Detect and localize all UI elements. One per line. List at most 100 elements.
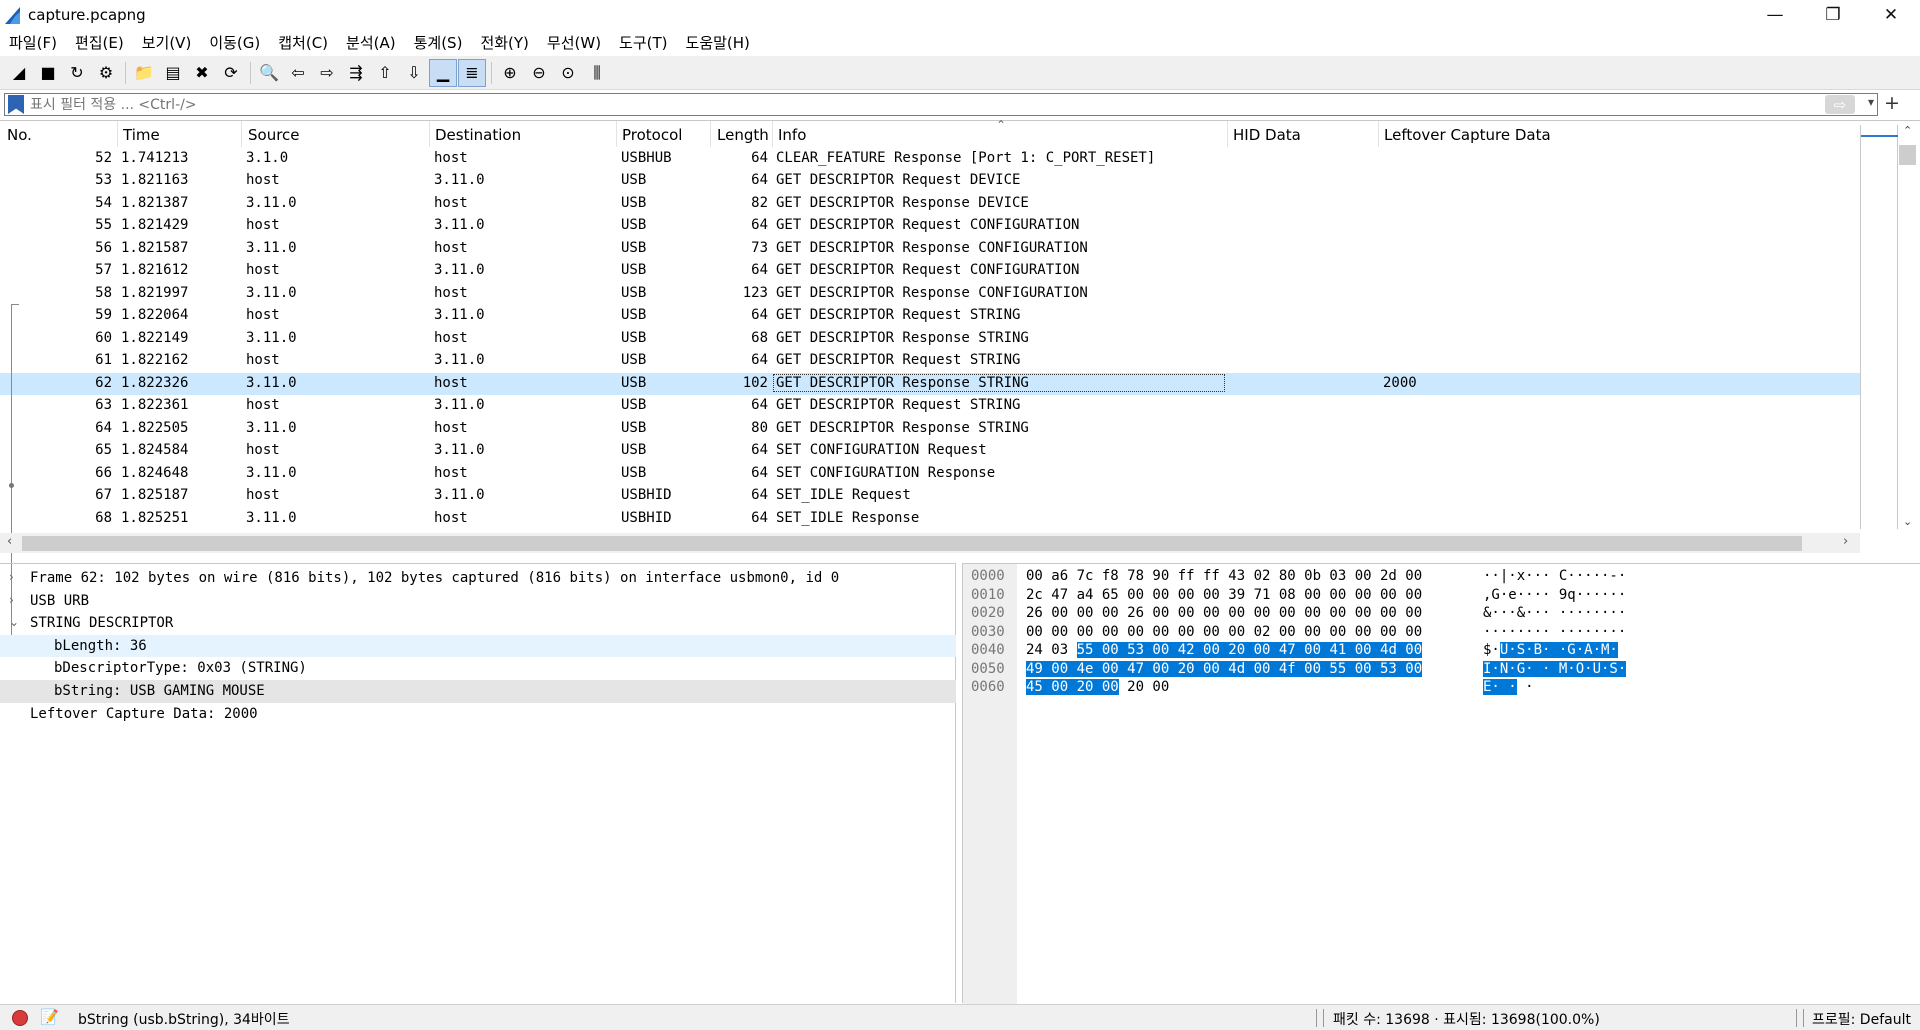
column-header-hid-data[interactable]: HID Data [1233,126,1301,144]
packet-row[interactable]: 59 1.822064 host 3.11.0 USB 64 GET DESCRIPTOR … [0,305,1860,328]
hex-bytes[interactable]: 45 00 20 00 20 00 [1026,679,1169,695]
column-header-time[interactable]: Time [123,126,160,144]
autoscroll-icon[interactable]: ▁ [429,58,457,87]
menu-item-1[interactable]: 편집(E) [66,32,133,53]
close-file-icon[interactable]: ✖ [188,59,216,87]
scroll-up-icon[interactable]: ⌃ [1903,124,1912,137]
ascii-bytes[interactable]: ,G·e···· 9q······ [1483,587,1626,603]
hex-bytes[interactable]: 26 00 00 00 26 00 00 00 00 00 00 00 00 0… [1026,605,1422,621]
packet-list-vertical-scrollbar[interactable]: ⌃ ⌄ [1860,121,1920,533]
packet-row[interactable]: 54 1.821387 3.11.0 host USB 82 GET DESCRIPTOR … [0,193,1860,216]
packet-row[interactable]: 67 1.825187 host 3.11.0 USBHID 64 SET_IDLE Req… [0,485,1860,508]
forward-icon[interactable]: ⇨ [313,59,341,87]
hex-bytes[interactable]: 49 00 4e 00 47 00 20 00 4d 00 4f 00 55 0… [1026,660,1423,677]
detail-tree-item[interactable]: bString: USB GAMING MOUSE [0,680,956,703]
minimize-button[interactable]: — [1746,0,1804,30]
packet-row[interactable]: 53 1.821163 host 3.11.0 USB 64 GET DESCRIPTOR … [0,170,1860,193]
save-icon[interactable]: ▤ [159,59,187,87]
menu-item-4[interactable]: 캡처(C) [269,32,337,53]
menu-item-8[interactable]: 무선(W) [538,32,610,53]
detail-tree-item[interactable]: bDescriptorType: 0x03 (STRING) [0,657,956,680]
menu-item-5[interactable]: 분석(A) [337,32,405,53]
stop-icon[interactable]: ■ [34,59,62,87]
colorize-icon[interactable]: ≣ [458,58,486,87]
collapsed-arrow-icon[interactable]: › [9,570,14,584]
hex-bytes[interactable]: 00 00 00 00 00 00 00 00 00 02 00 00 00 0… [1026,624,1422,640]
menu-item-2[interactable]: 보기(V) [133,32,201,53]
close-button[interactable]: ✕ [1862,0,1920,30]
back-icon[interactable]: ⇦ [284,59,312,87]
filter-dropdown-icon[interactable]: ▾ [1868,95,1874,109]
last-packet-icon[interactable]: ⇩ [400,59,428,87]
scroll-left-icon[interactable]: ‹ [7,534,12,549]
packet-row[interactable]: 58 1.821997 3.11.0 host USB 123 GET DESCRIPTOR… [0,283,1860,306]
expert-info-icon[interactable] [12,1010,28,1026]
packet-row[interactable]: 52 1.741213 3.1.0 host USBHUB 64 CLEAR_FEATURE… [0,148,1860,171]
menu-item-6[interactable]: 통계(S) [405,32,472,53]
column-header-length[interactable]: Length [717,126,769,144]
ascii-bytes[interactable]: ··|·x··· C·····-· [1483,568,1626,584]
expanded-arrow-icon[interactable]: ⌄ [9,615,19,629]
collapsed-arrow-icon[interactable]: › [9,593,14,607]
packet-row[interactable]: 57 1.821612 host 3.11.0 USB 64 GET DESCRIPTOR … [0,260,1860,283]
packet-row[interactable]: 64 1.822505 3.11.0 host USB 80 GET DESCRIPTOR … [0,418,1860,441]
find-icon[interactable]: 🔍 [255,59,283,87]
shark-start-icon[interactable]: ◢ [5,59,33,87]
column-header-info[interactable]: Info [778,126,806,144]
restart-icon[interactable]: ↻ [63,59,91,87]
filter-bookmark-icon[interactable] [8,95,24,114]
packet-row[interactable]: 65 1.824584 host 3.11.0 USB 64 SET CONFIGURATI… [0,440,1860,463]
resize-columns-icon[interactable]: ⫼ [583,59,611,87]
add-filter-button-icon[interactable]: + [1884,92,1900,114]
ascii-bytes[interactable]: E· · · [1483,679,1534,695]
column-header-no[interactable]: No. [7,126,32,144]
vertical-scroll-thumb[interactable] [1899,145,1916,165]
detail-tree-item[interactable]: bLength: 36 [0,634,956,658]
hex-bytes[interactable]: 2c 47 a4 65 00 00 00 00 39 71 08 00 00 0… [1026,587,1422,603]
menu-item-3[interactable]: 이동(G) [200,32,269,53]
display-filter-input[interactable] [30,96,1830,113]
go-to-packet-icon[interactable]: ⇶ [342,59,370,87]
packet-row[interactable]: 56 1.821587 3.11.0 host USB 73 GET DESCRIPTOR … [0,238,1860,261]
hex-bytes[interactable]: 24 03 55 00 53 00 42 00 20 00 47 00 41 0… [1026,642,1423,658]
column-header-source[interactable]: Source [248,126,300,144]
menu-item-10[interactable]: 도움말(H) [677,32,759,53]
scroll-right-icon[interactable]: › [1843,534,1848,549]
column-header-destination[interactable]: Destination [435,126,521,144]
horizontal-scroll-thumb[interactable] [22,536,1802,551]
zoom-in-icon[interactable]: ⊕ [496,59,524,87]
packet-row[interactable]: 61 1.822162 host 3.11.0 USB 64 GET DESCRIPTOR … [0,350,1860,373]
packet-row[interactable]: 68 1.825251 3.11.0 host USBHID 64 SET_IDLE Res… [0,508,1860,531]
menu-item-0[interactable]: 파일(F) [0,32,66,53]
zoom-normal-icon[interactable]: ⊙ [554,59,582,87]
packet-row[interactable]: 55 1.821429 host 3.11.0 USB 64 GET DESCRIPTOR … [0,215,1860,238]
first-packet-icon[interactable]: ⇧ [371,59,399,87]
column-header-leftover-capture-data[interactable]: Leftover Capture Data [1384,126,1551,144]
hex-bytes[interactable]: 00 a6 7c f8 78 90 ff ff 43 02 80 0b 03 0… [1026,568,1422,584]
packet-row[interactable]: 66 1.824648 3.11.0 host USB 64 SET CONFIGURATI… [0,463,1860,486]
detail-tree-item[interactable]: Leftover Capture Data: 2000 [0,703,956,726]
packet-row[interactable]: 62 1.822326 3.11.0 host USB 102 GET DESCRIPTOR… [0,372,1860,396]
open-icon[interactable]: 📁 [130,59,158,87]
packet-list-horizontal-scrollbar[interactable]: ‹ › [0,533,1860,553]
detail-tree-item[interactable]: ⌄ STRING DESCRIPTOR [0,612,956,635]
apply-filter-button[interactable]: ⇨ [1825,95,1855,114]
detail-tree-item[interactable]: › USB URB [0,590,956,613]
packet-row[interactable]: 63 1.822361 host 3.11.0 USB 64 GET DESCRIPTOR … [0,395,1860,418]
restore-button[interactable]: ❐ [1804,0,1862,30]
zoom-out-icon[interactable]: ⊖ [525,59,553,87]
ascii-bytes[interactable]: $·U·S·B· ·G·A·M· [1483,642,1618,658]
reload-icon[interactable]: ⟳ [217,59,245,87]
menu-item-7[interactable]: 전화(Y) [471,32,537,53]
capture-comment-icon[interactable]: 📝 [40,1008,59,1026]
menu-item-9[interactable]: 도구(T) [610,32,676,53]
column-header-protocol[interactable]: Protocol [622,126,682,144]
ascii-bytes[interactable]: &···&··· ········ [1483,605,1626,621]
detail-tree-item[interactable]: › Frame 62: 102 bytes on wire (816 bits),… [0,567,956,590]
status-profile[interactable]: 프로필: Default [1812,1009,1911,1029]
options-icon[interactable]: ⚙ [92,59,120,87]
ascii-bytes[interactable]: ········ ········ [1483,624,1626,640]
ascii-bytes[interactable]: I·N·G· · M·O·U·S· [1483,660,1627,677]
packet-row[interactable]: 60 1.822149 3.11.0 host USB 68 GET DESCRIPTOR … [0,328,1860,351]
packet-minimap[interactable] [1860,125,1898,529]
